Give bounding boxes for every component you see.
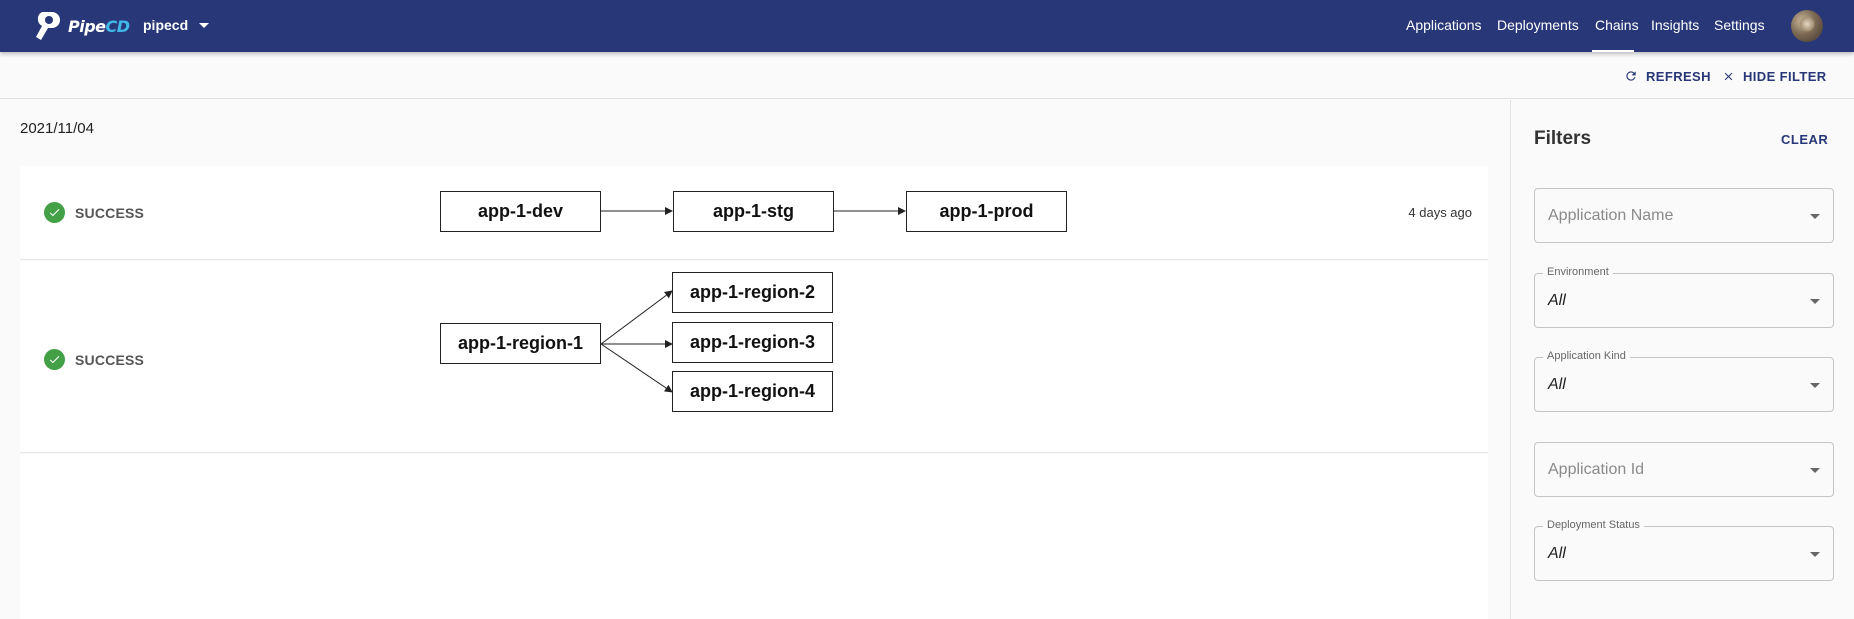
environment-select[interactable]: Environment All — [1534, 266, 1834, 328]
pipecd-logo-icon — [36, 12, 60, 40]
application-id-placeholder: Application Id — [1548, 461, 1645, 478]
filters-title: Filters — [1534, 128, 1592, 149]
dropdown-arrow-icon — [1810, 552, 1820, 557]
application-kind-label: Application Kind — [1543, 350, 1630, 362]
chain-node[interactable]: app-1-region-4 — [672, 371, 833, 412]
application-kind-select[interactable]: Application Kind All — [1534, 350, 1834, 412]
filter-panel: Filters CLEAR Application Name Environme… — [1510, 100, 1854, 619]
clear-filters-button[interactable]: CLEAR — [1781, 132, 1828, 147]
hide-filter-label: HIDE FILTER — [1743, 68, 1827, 84]
environment-value: All — [1548, 292, 1566, 309]
chain-card[interactable]: SUCCESS app-1-region-1 app-1-region-2 ap… — [20, 261, 1488, 453]
deployment-status-label: Deployment Status — [1543, 519, 1644, 531]
deployment-status-value: All — [1548, 545, 1566, 562]
chain-node[interactable]: app-1-region-1 — [440, 323, 601, 364]
dropdown-arrow-icon — [1810, 214, 1820, 219]
refresh-label: REFRESH — [1646, 68, 1711, 84]
application-name-select[interactable]: Application Name — [1534, 188, 1834, 243]
chain-node[interactable]: app-1-prod — [906, 191, 1067, 232]
chain-time-ago: 4 days ago — [1408, 205, 1472, 220]
active-nav-indicator — [1592, 50, 1634, 52]
nav-settings[interactable]: Settings — [1714, 17, 1765, 33]
refresh-icon — [1626, 71, 1636, 81]
chain-card[interactable]: SUCCESS app-1-dev app-1-stg app-1-prod 4… — [20, 166, 1488, 260]
chain-node[interactable]: app-1-stg — [673, 191, 834, 232]
chain-node[interactable]: app-1-dev — [440, 191, 601, 232]
dropdown-arrow-icon — [1810, 468, 1820, 473]
project-dropdown-icon[interactable] — [199, 23, 209, 28]
dropdown-arrow-icon — [1810, 299, 1820, 304]
pipecd-logo[interactable]: PipeCD — [32, 8, 130, 44]
environment-label: Environment — [1543, 266, 1613, 278]
chain-node[interactable]: app-1-region-2 — [672, 272, 833, 313]
nav-applications[interactable]: Applications — [1406, 17, 1482, 33]
close-icon — [1724, 72, 1733, 80]
project-selector-label[interactable]: pipecd — [143, 17, 188, 33]
application-name-placeholder: Application Name — [1548, 207, 1674, 224]
chain-node[interactable]: app-1-region-3 — [672, 322, 833, 363]
hide-filter-button[interactable]: HIDE FILTER — [1722, 66, 1827, 86]
logo-text: PipeCD — [68, 17, 130, 36]
app-bar: PipeCD pipecd Applications Deployments C… — [0, 0, 1854, 52]
nav-chains[interactable]: Chains — [1595, 17, 1639, 33]
application-kind-value: All — [1548, 376, 1566, 393]
chain-edge — [600, 343, 673, 393]
chain-list-empty-area — [20, 454, 1488, 619]
refresh-button[interactable]: REFRESH — [1624, 66, 1711, 86]
chain-edge — [600, 290, 673, 345]
chain-date-heading: 2021/11/04 — [20, 120, 94, 137]
nav-insights[interactable]: Insights — [1651, 17, 1699, 33]
nav-deployments[interactable]: Deployments — [1497, 17, 1579, 33]
user-avatar[interactable] — [1791, 10, 1823, 42]
application-id-select[interactable]: Application Id — [1534, 442, 1834, 497]
toolbar: REFRESH HIDE FILTER — [0, 52, 1854, 99]
deployment-status-select[interactable]: Deployment Status All — [1534, 519, 1834, 581]
dropdown-arrow-icon — [1810, 383, 1820, 388]
